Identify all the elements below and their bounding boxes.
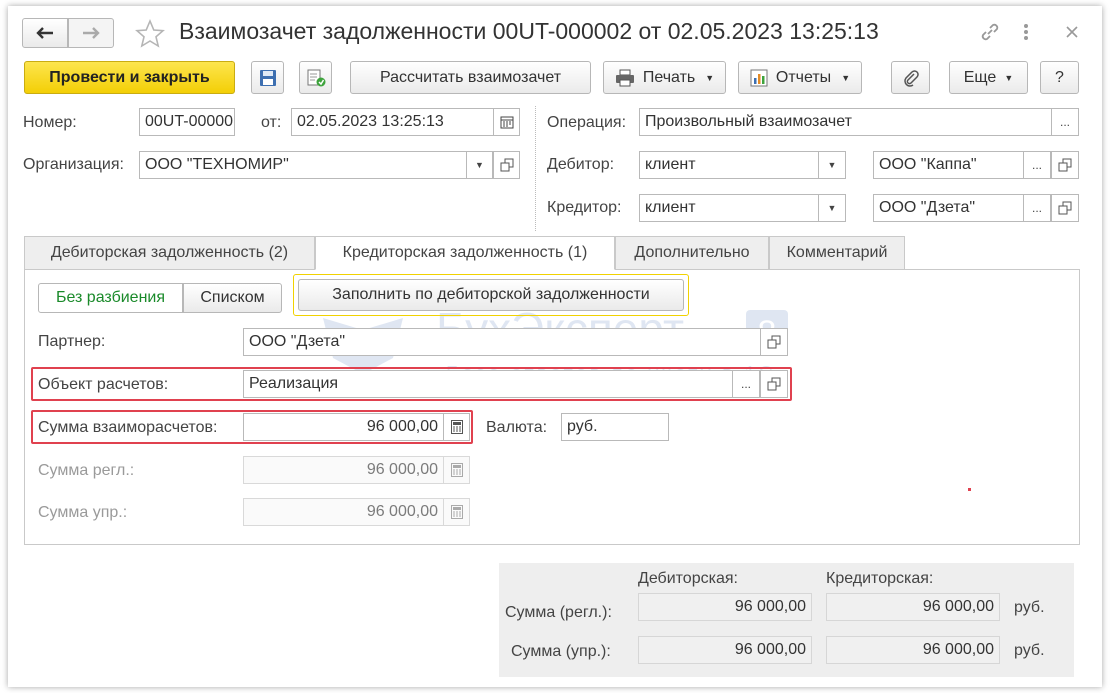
calculator-icon: [450, 505, 463, 519]
amount-reg-calculator-button: [443, 456, 470, 484]
arrow-left-icon: [36, 27, 53, 39]
link-icon[interactable]: [978, 20, 1002, 44]
organization-label: Организация:: [23, 156, 124, 173]
back-button[interactable]: [22, 18, 68, 48]
floppy-disk-icon: [259, 69, 276, 86]
amount-mgmt-calculator-button: [443, 498, 470, 526]
forward-button[interactable]: [68, 18, 114, 48]
creditor-label: Кредитор:: [547, 199, 622, 216]
calculate-offset-button[interactable]: Рассчитать взаимозачет: [350, 61, 591, 94]
organization-field[interactable]: ООО "ТЕХНОМИР": [139, 151, 467, 179]
print-button-label: Печать: [642, 68, 696, 86]
open-form-icon: [1058, 158, 1072, 172]
more-vertical-icon[interactable]: [1021, 20, 1031, 44]
red-dot-marker: [968, 488, 971, 491]
open-form-icon: [1058, 201, 1072, 215]
totals-credit-reg: 96 000,00: [826, 593, 1000, 621]
arrow-right-icon: [83, 27, 100, 39]
post-document-icon: [307, 69, 325, 86]
calculator-icon: [450, 463, 463, 477]
operation-field[interactable]: Произвольный взаимозачет: [639, 108, 1052, 136]
totals-credit-header: Кредиторская:: [826, 570, 934, 587]
totals-debit-reg: 96 000,00: [638, 593, 812, 621]
calendar-button[interactable]: [493, 108, 520, 136]
more-button-label: Еще: [963, 68, 997, 86]
partner-field[interactable]: ООО "Дзета": [243, 328, 761, 356]
totals-debit-header: Дебиторская:: [638, 570, 738, 587]
chevron-down-icon: ▼: [827, 160, 837, 170]
currency-field[interactable]: руб.: [561, 413, 669, 441]
help-button[interactable]: ?: [1040, 61, 1079, 94]
post-button[interactable]: [299, 61, 332, 94]
creditor-type-dropdown-button[interactable]: ▼: [818, 194, 846, 222]
open-form-icon: [500, 158, 513, 172]
report-chart-icon: [750, 69, 768, 86]
chevron-down-icon: ▼: [827, 203, 837, 213]
amount-mgmt-field: 96 000,00: [243, 498, 444, 526]
date-label: от:: [261, 114, 282, 131]
tab-receivables[interactable]: Дебиторская задолженность (2): [24, 236, 315, 270]
creditor-field[interactable]: ООО "Дзета": [873, 194, 1024, 222]
operation-label: Операция:: [547, 114, 627, 131]
mode-no-split-button[interactable]: Без разбиения: [38, 283, 183, 313]
creditor-open-button[interactable]: [1051, 194, 1079, 222]
reports-button[interactable]: Отчеты ▼: [738, 61, 862, 94]
mode-list-button[interactable]: Списком: [183, 283, 282, 313]
creditor-type-field[interactable]: клиент: [639, 194, 819, 222]
partner-label: Партнер:: [38, 333, 106, 350]
attach-file-button[interactable]: [891, 61, 930, 94]
organization-open-button[interactable]: [493, 151, 520, 179]
tab-payables[interactable]: Кредиторская задолженность (1): [315, 236, 615, 270]
printer-icon: [615, 69, 634, 86]
highlight-settlement-object: [31, 367, 792, 401]
print-button[interactable]: Печать ▼: [603, 61, 726, 94]
post-and-close-button[interactable]: Провести и закрыть: [24, 61, 235, 94]
header-divider: [535, 106, 536, 231]
totals-currency: руб.: [1014, 599, 1045, 616]
totals-currency: руб.: [1014, 642, 1045, 659]
amount-mgmt-label: Сумма упр.:: [38, 504, 128, 521]
totals-debit-mgmt: 96 000,00: [638, 636, 812, 664]
creditor-select-button[interactable]: ...: [1023, 194, 1051, 222]
debtor-open-button[interactable]: [1051, 151, 1079, 179]
debtor-select-button[interactable]: ...: [1023, 151, 1051, 179]
tab-additional[interactable]: Дополнительно: [615, 236, 769, 270]
date-field[interactable]: 02.05.2023 13:25:13: [291, 108, 494, 136]
calendar-icon: [500, 116, 513, 129]
debtor-label: Дебитор:: [547, 156, 615, 173]
open-form-icon: [767, 335, 781, 349]
organization-dropdown-button[interactable]: ▼: [466, 151, 493, 179]
favorite-star-icon[interactable]: [134, 18, 166, 50]
totals-credit-mgmt: 96 000,00: [826, 636, 1000, 664]
currency-label: Валюта:: [486, 419, 548, 436]
debtor-type-dropdown-button[interactable]: ▼: [818, 151, 846, 179]
amount-reg-label: Сумма регл.:: [38, 462, 135, 479]
window-title: Взаимозачет задолженности 00UT-000002 от…: [179, 18, 879, 44]
number-field[interactable]: 00UT-00000: [139, 108, 235, 136]
paperclip-icon: [903, 69, 919, 87]
operation-select-button[interactable]: ...: [1051, 108, 1079, 136]
number-label: Номер:: [23, 114, 77, 131]
reports-button-label: Отчеты: [775, 68, 832, 86]
tab-comment[interactable]: Комментарий: [769, 236, 905, 270]
totals-row-label: Сумма (упр.):: [511, 643, 611, 660]
save-button[interactable]: [251, 61, 284, 94]
partner-open-button[interactable]: [760, 328, 788, 356]
more-button[interactable]: Еще ▼: [949, 61, 1028, 94]
chevron-down-icon: ▼: [475, 160, 484, 170]
close-icon[interactable]: [1062, 22, 1082, 42]
debtor-field[interactable]: ООО "Каппа": [873, 151, 1024, 179]
totals-row-label: Сумма (регл.):: [505, 604, 612, 621]
debtor-type-field[interactable]: клиент: [639, 151, 819, 179]
highlight-settlement-amount: [31, 410, 473, 444]
amount-reg-field: 96 000,00: [243, 456, 444, 484]
document-window: Взаимозачет задолженности 00UT-000002 от…: [8, 6, 1102, 687]
fill-by-receivables-button[interactable]: Заполнить по дебиторской задолженности: [298, 279, 684, 311]
